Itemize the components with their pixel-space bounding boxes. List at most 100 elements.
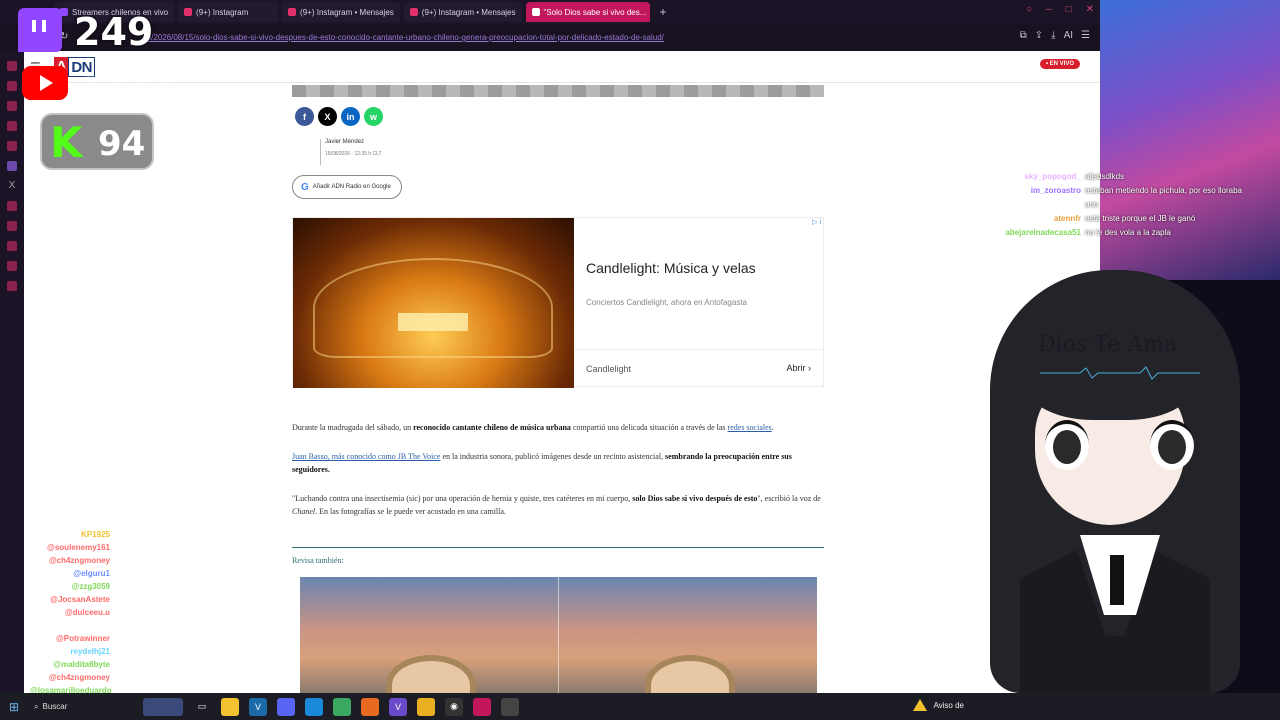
artist-link[interactable]: Juan Basso, más conocido como JB The Voi…	[292, 452, 440, 461]
google-follow-button[interactable]: G Añadir ADN Radio en Google	[292, 175, 402, 199]
chat-message: @elguru1 jajajaja jaj	[73, 569, 150, 578]
chat-message: @Potrawinner le sacaron el pico	[55, 634, 177, 643]
maximize-icon[interactable]: □	[1066, 4, 1072, 15]
facebook-share-button[interactable]: f	[295, 107, 314, 126]
windows-start-icon[interactable]: ⊞	[0, 700, 28, 714]
search-icon: ⌕	[34, 701, 39, 711]
avatar-eye	[1150, 420, 1194, 470]
paragraph: "Luchando contra una insectisemia (sic) …	[292, 494, 821, 516]
tab-instagram[interactable]: (9+) Instagram	[178, 2, 279, 22]
share-icon[interactable]: ⇪	[1035, 30, 1043, 41]
warning-notification[interactable]: Aviso de	[913, 699, 964, 711]
sidebar-icon[interactable]	[7, 81, 17, 91]
chat-message: @ch4zngmoney tenia llegado al lo de la ka…	[48, 673, 218, 682]
instagram-icon	[184, 8, 193, 16]
youtube-logo-icon	[22, 66, 68, 100]
sidebar-icon[interactable]	[7, 141, 17, 151]
publish-date: 15/08/2026 - 12:35 h CLT	[325, 151, 382, 157]
download-icon[interactable]: ⤓	[1051, 30, 1055, 41]
vtuber-avatar: Dios Te Ama	[990, 270, 1250, 693]
related-article-image[interactable]	[300, 577, 817, 693]
ad-title: Candlelight: Música y velas	[586, 260, 756, 276]
heartbeat-line	[1040, 366, 1200, 380]
social-link[interactable]: redes sociales	[728, 423, 772, 432]
sidebar-icon[interactable]	[7, 221, 17, 231]
instagram-icon	[288, 8, 297, 16]
chat-message: sky_popogod_ aljsdsdlkds	[1024, 172, 1125, 181]
sidebar-icon[interactable]	[7, 201, 17, 211]
instagram-icon	[409, 8, 418, 16]
new-tab-button[interactable]: +	[654, 5, 673, 19]
hero-image	[292, 85, 824, 97]
chat-message: @zzg3059 el quiere la vida	[71, 582, 171, 591]
chat-message: KP1925 JAAJAJA el logro de hoy	[81, 530, 202, 539]
menu-icon[interactable]: ☰	[1081, 30, 1090, 41]
linkedin-share-button[interactable]: in	[341, 107, 360, 126]
avatar-headline: Dios Te Ama	[1038, 332, 1178, 357]
chat-message: atennfr está triste porque el JB le ganó	[1053, 214, 1196, 223]
kick-logo-icon: K	[50, 118, 83, 167]
search-icon[interactable]: ○	[1026, 4, 1032, 15]
x-icon[interactable]: X	[7, 181, 17, 191]
ad-open-button[interactable]: Abrir ›	[786, 363, 811, 373]
sidebar-icon[interactable]	[7, 261, 17, 271]
kick-viewer-count: 94	[98, 124, 146, 164]
app-icon[interactable]	[501, 697, 519, 716]
chat-message: @soulenemy161 jajajajaja	[47, 543, 146, 552]
warning-icon	[913, 699, 928, 711]
article-body: Durante la madrugada del sábado, un reco…	[292, 421, 824, 534]
ai-button[interactable]: AI	[1064, 30, 1073, 41]
concert-hall-image	[293, 218, 574, 388]
close-icon[interactable]: ✕	[1086, 4, 1094, 15]
sidebar-icon[interactable]	[7, 61, 17, 71]
ad-info-icon[interactable]: ▷ i	[812, 218, 821, 226]
browser-icon[interactable]	[473, 697, 491, 716]
ad-subtitle: Conciertos Candlelight, ahora en Antofag…	[586, 298, 747, 307]
paragraph: Juan Basso, más conocido como JB The Voi…	[292, 452, 792, 474]
chat-message: reydelhj21 JAJAJAJA donde el culero	[70, 647, 208, 656]
sidebar-icon[interactable]	[7, 241, 17, 251]
taskbar-app-icon[interactable]	[143, 697, 183, 716]
chat-message: abejareinadecasa51 no le des vola a la za…	[1005, 228, 1171, 237]
minimize-icon[interactable]: –	[1046, 4, 1052, 15]
toolbar-icons: ⧉ ⇪ ⤓ AI ☰	[1020, 30, 1090, 41]
twitch-icon[interactable]	[7, 161, 17, 171]
tab-article[interactable]: "Solo Dios sabe si vivo des...	[525, 2, 650, 22]
x-share-button[interactable]: X	[318, 107, 337, 126]
author-name[interactable]: Javier Méndez	[325, 139, 382, 145]
address-bar: ↻ ...3/2026/08/15/solo-dios-sabe-si-vivo…	[0, 24, 1100, 51]
share-buttons: f X in w	[295, 107, 383, 126]
sidebar-icon[interactable]	[7, 101, 17, 111]
chat-message: im_zoroastro estaban metiendo la pichula,…	[1030, 186, 1242, 209]
sidebar-icon[interactable]	[7, 281, 17, 291]
visual-studio-icon[interactable]: V	[389, 697, 407, 716]
firefox-icon[interactable]	[361, 697, 379, 716]
ad-brand: Candlelight	[586, 364, 632, 374]
sidebar-icon[interactable]	[7, 121, 17, 131]
app-icon[interactable]	[333, 697, 351, 716]
chat-message: @ch4zngmoney tiene llegado al lo de la ka…	[48, 556, 218, 565]
kick-viewer-widget: K 94	[40, 113, 154, 170]
chat-overlay-left: KP1925 JAAJAJA el logro de hoy @soulenemy…	[30, 528, 290, 697]
task-view-icon[interactable]: ▭	[193, 698, 211, 716]
taskbar-search[interactable]: ⌕ Buscar	[28, 697, 138, 717]
chrome-icon[interactable]	[417, 697, 435, 716]
ad-banner[interactable]: Candlelight: Música y velas Conciertos C…	[292, 217, 825, 388]
window-controls: ○ – □ ✕	[1026, 4, 1094, 15]
discord-icon[interactable]	[277, 697, 295, 716]
tab-instagram-messages-2[interactable]: (9+) Instagram • Mensajes	[403, 2, 522, 22]
section-divider	[292, 547, 824, 548]
chat-message: @maldita6byte la jaja	[53, 660, 135, 669]
related-label: Revisa también:	[292, 556, 344, 565]
live-button[interactable]: • EN VIVO	[1039, 59, 1080, 69]
whatsapp-share-button[interactable]: w	[364, 107, 383, 126]
extensions-icon[interactable]: ⧉	[1020, 30, 1027, 41]
google-icon: G	[301, 181, 309, 193]
file-explorer-icon[interactable]	[221, 697, 239, 716]
tab-instagram-messages[interactable]: (9+) Instagram • Mensajes	[282, 2, 400, 22]
vegas-icon[interactable]: V	[249, 697, 267, 716]
obs-icon[interactable]: ◉	[445, 697, 463, 716]
chat-message: @JocsanAstete pobre pobre	[50, 595, 158, 604]
edge-icon[interactable]	[305, 697, 323, 716]
url-field[interactable]: ...3/2026/08/15/solo-dios-sabe-si-vivo-d…	[140, 33, 700, 42]
